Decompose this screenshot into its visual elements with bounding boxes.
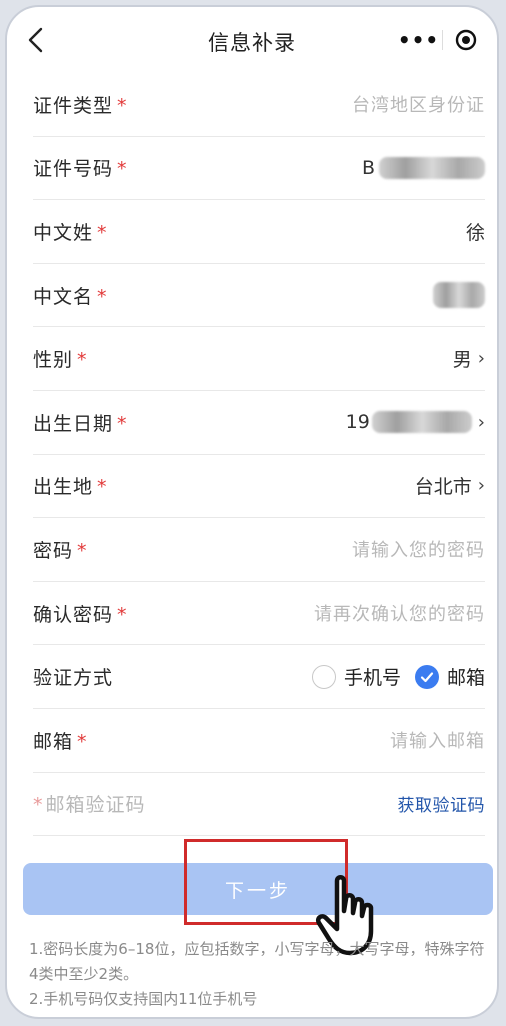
birth-place-text: 台北市	[414, 476, 472, 499]
info-form: 证件类型 * 台湾地区身份证 证件号码 * B 中文姓 * 徐 中文名 * 性别 * 男 …	[7, 73, 497, 837]
birth-date-prefix: 19	[345, 411, 370, 434]
verify-method-row: 验证方式 手机号 邮箱	[33, 645, 485, 709]
id-number-prefix: B	[361, 156, 375, 179]
birth-date-value[interactable]: 19 ›	[345, 411, 485, 434]
redacted-blur	[371, 411, 472, 434]
email-code-row[interactable]: * 邮箱验证码 获取验证码	[33, 773, 485, 837]
id-number-row[interactable]: 证件号码 * B	[33, 137, 485, 201]
target-close-icon	[455, 29, 477, 51]
surname-row[interactable]: 中文姓 * 徐	[33, 200, 485, 264]
id-type-value: 台湾地区身份证	[352, 95, 485, 117]
surname-value[interactable]: 徐	[466, 218, 485, 245]
required-mark: *	[117, 94, 128, 117]
required-mark: *	[117, 412, 128, 435]
confirm-password-input[interactable]: 请再次确认您的密码	[314, 600, 485, 626]
required-mark: *	[97, 476, 108, 499]
required-mark: *	[117, 603, 128, 626]
checkmark-icon	[420, 672, 434, 682]
birth-place-label: 出生地	[33, 476, 94, 499]
radio-checked-icon	[414, 664, 439, 689]
given-name-value[interactable]	[433, 282, 485, 309]
password-notes: 1.密码长度为6–18位，应包括数字，小写字母，大写字母，特殊字符4类中至少2类…	[29, 937, 491, 1012]
password-input[interactable]: 请输入您的密码	[352, 536, 485, 562]
note-line-2: 2.手机号码仅支持国内11位手机号	[29, 990, 258, 1008]
id-number-value[interactable]: B	[361, 156, 485, 179]
verify-method-label: 验证方式	[33, 667, 114, 690]
chevron-right-icon: ›	[477, 348, 485, 370]
given-name-label: 中文名	[33, 285, 94, 308]
gender-label: 性别	[33, 349, 74, 372]
confirm-password-row[interactable]: 确认密码 * 请再次确认您的密码	[33, 582, 485, 646]
required-mark: *	[77, 349, 88, 372]
radio-email[interactable]: 邮箱	[414, 663, 485, 690]
chevron-right-icon: ›	[477, 411, 485, 433]
phone-screen: 信息补录 ••• 证件类型 * 台湾地区身份证 证件号码 * B 中文姓 * 徐…	[5, 5, 499, 1019]
birth-place-value[interactable]: 台北市 ›	[415, 472, 485, 499]
required-mark: *	[77, 730, 88, 753]
email-input[interactable]: 请输入邮箱	[390, 727, 485, 753]
password-row[interactable]: 密码 * 请输入您的密码	[33, 518, 485, 582]
email-row[interactable]: 邮箱 * 请输入邮箱	[33, 709, 485, 773]
surname-label: 中文姓	[33, 221, 94, 244]
given-name-row[interactable]: 中文名 *	[33, 264, 485, 328]
required-mark: *	[117, 158, 128, 181]
radio-phone[interactable]: 手机号	[311, 663, 401, 690]
get-code-button[interactable]: 获取验证码	[398, 791, 486, 816]
gender-text: 男	[452, 349, 472, 372]
confirm-password-label: 确认密码	[33, 603, 114, 626]
redacted-blur	[379, 156, 485, 179]
birth-place-row[interactable]: 出生地 * 台北市 ›	[33, 455, 485, 519]
redacted-blur	[433, 282, 485, 309]
required-mark: *	[97, 285, 108, 308]
note-line-1: 1.密码长度为6–18位，应包括数字，小写字母，大写字母，特殊字符4类中至少2类…	[29, 940, 485, 983]
required-mark: *	[33, 794, 44, 817]
id-number-label: 证件号码	[33, 158, 114, 181]
required-mark: *	[97, 221, 108, 244]
birth-date-label: 出生日期	[33, 412, 114, 435]
mini-program-capsule: •••	[395, 21, 489, 59]
radio-email-label: 邮箱	[446, 667, 485, 690]
chevron-right-icon: ›	[477, 475, 485, 497]
gender-row[interactable]: 性别 * 男 ›	[33, 327, 485, 391]
close-button[interactable]	[443, 21, 489, 59]
required-mark: *	[77, 539, 88, 562]
email-label: 邮箱	[33, 730, 74, 753]
verify-method-radio-group: 手机号 邮箱	[298, 663, 485, 690]
navigation-bar: 信息补录 •••	[7, 7, 497, 73]
more-button[interactable]: •••	[395, 21, 442, 59]
gender-value[interactable]: 男 ›	[453, 345, 485, 372]
id-type-row[interactable]: 证件类型 * 台湾地区身份证	[33, 73, 485, 137]
id-type-label: 证件类型	[33, 94, 114, 117]
password-label: 密码	[33, 539, 74, 562]
email-code-input[interactable]: 邮箱验证码	[46, 794, 146, 816]
birth-date-row[interactable]: 出生日期 * 19 ›	[33, 391, 485, 455]
radio-phone-label: 手机号	[343, 667, 401, 690]
radio-unchecked-icon	[311, 664, 336, 689]
